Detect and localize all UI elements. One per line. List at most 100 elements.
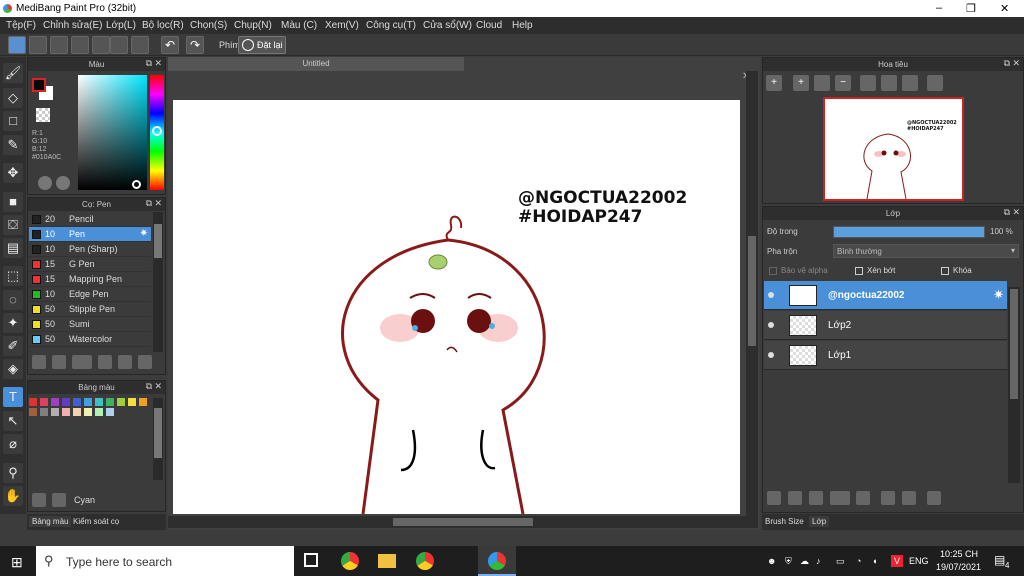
transparent-swatch[interactable] — [36, 108, 50, 122]
zoom-out-icon[interactable]: − — [835, 75, 851, 91]
network-icon[interactable]: ◔ — [856, 556, 861, 566]
add-brush-dropdown-icon[interactable] — [72, 355, 92, 369]
menu-file[interactable]: Tệp(F) — [6, 20, 36, 31]
eyedropper-tool-icon[interactable]: ⚲ — [3, 463, 23, 483]
menu-color[interactable]: Màu (C) — [281, 20, 317, 31]
brush-copy-icon[interactable] — [98, 355, 112, 369]
panel-close-icon[interactable]: ✕ — [1012, 58, 1020, 69]
panel-close-icon[interactable]: ✕ — [154, 381, 162, 392]
brush-item-mapping-pen[interactable]: 15 Mapping Pen — [29, 272, 151, 287]
zoom-in-icon[interactable]: + — [766, 75, 782, 91]
gradient-tool-icon[interactable]: ▤ — [3, 238, 23, 258]
brush-item-watercolor[interactable]: 50 Watercolor — [29, 332, 151, 347]
navigator-preview[interactable]: @NGOCTUA22002 #HOIDAP247 — [823, 97, 964, 201]
lasso-tool-icon[interactable]: ◌ — [3, 290, 23, 310]
palette-swatch[interactable] — [106, 398, 114, 406]
language-indicator[interactable]: ENG — [909, 556, 929, 566]
rectangle-tool-icon[interactable]: □ — [3, 111, 23, 131]
people-icon[interactable]: ☻ — [767, 556, 776, 566]
lock-checkbox[interactable] — [941, 267, 949, 275]
duplicate-layer-icon[interactable] — [881, 491, 895, 505]
chat-icon[interactable] — [71, 36, 89, 54]
select-tool-icon[interactable]: ⬚ — [3, 266, 23, 286]
task-view-icon[interactable] — [304, 553, 318, 567]
palette-swatch[interactable] — [40, 408, 48, 416]
magic-wand-tool-icon[interactable]: ✦ — [3, 313, 23, 333]
palette-swatch[interactable] — [29, 398, 37, 406]
redo-icon[interactable]: ↷ — [186, 36, 204, 54]
menu-filter[interactable]: Bộ lọc(R) — [142, 20, 184, 31]
hue-cursor[interactable] — [152, 126, 162, 136]
detach-icon[interactable]: ⧉ — [146, 198, 152, 209]
canvas[interactable]: @NGOCTUA22002 #HOIDAP247 — [173, 100, 740, 514]
visibility-icon[interactable] — [768, 292, 774, 298]
palette-swatch[interactable] — [73, 408, 81, 416]
chrome-icon[interactable] — [341, 552, 359, 570]
menu-view[interactable]: Xem(V) — [325, 20, 359, 31]
layer-row[interactable]: Lớp2 — [764, 311, 1007, 340]
palette-swatch[interactable] — [95, 408, 103, 416]
hand-tool-icon[interactable]: ✋ — [3, 486, 23, 506]
detach-icon[interactable]: ⧉ — [1004, 58, 1010, 69]
palette-swatch[interactable] — [84, 408, 92, 416]
delete-layer-icon[interactable] — [927, 491, 941, 505]
select-eraser-tool-icon[interactable]: ◈ — [3, 359, 23, 379]
document-tab[interactable]: Untitled — [168, 57, 464, 71]
detach-icon[interactable]: ⧉ — [1004, 207, 1010, 218]
layer-row[interactable]: @ngoctua22002 ✷ — [764, 281, 1007, 310]
layer-list-scrollbar[interactable] — [1008, 287, 1020, 483]
flip-icon[interactable] — [927, 75, 943, 91]
notification-icon[interactable]: ▤ — [994, 553, 1005, 567]
new-brush-icon[interactable] — [52, 355, 66, 369]
canvas-vertical-scrollbar[interactable] — [746, 71, 758, 516]
palette-swatch[interactable] — [73, 398, 81, 406]
pen-line-tool-icon[interactable]: ✎ — [3, 135, 23, 155]
windows-start-icon[interactable]: ⊞ — [11, 554, 23, 571]
volume-icon[interactable]: ♪ — [816, 556, 821, 566]
brush-item-edge-pen[interactable]: 10 Edge Pen — [29, 287, 151, 302]
folder-icon[interactable] — [118, 355, 132, 369]
menu-capture[interactable]: Chụp(N) — [234, 20, 272, 31]
palette-swatch[interactable] — [106, 408, 114, 416]
reset-button[interactable]: Đặt lại — [238, 36, 286, 54]
palette-swatch[interactable] — [84, 398, 92, 406]
brush-tool-icon[interactable]: 🖌 — [3, 63, 23, 83]
color-picker-icon[interactable] — [56, 176, 70, 190]
brush-item-g-pen[interactable]: 15 G Pen — [29, 257, 151, 272]
upload-icon[interactable] — [29, 36, 47, 54]
grid-icon[interactable] — [110, 36, 128, 54]
menu-layer[interactable]: Lớp(L) — [106, 20, 136, 31]
clipping-checkbox[interactable] — [855, 267, 863, 275]
tab-brush-size[interactable]: Brush Size — [765, 517, 804, 526]
palette-swatch[interactable] — [51, 398, 59, 406]
panel-close-icon[interactable]: ✕ — [154, 58, 162, 69]
clock-time[interactable]: 10:25 CH — [940, 549, 978, 559]
palette-swatch[interactable] — [40, 398, 48, 406]
brush-item-pen[interactable]: 10 Pen ✷ — [29, 227, 151, 242]
minimize-icon[interactable]: – — [936, 2, 942, 14]
tab-palette[interactable]: Bảng màu — [29, 516, 72, 527]
menu-edit[interactable]: Chỉnh sửa(E) — [43, 20, 103, 31]
visibility-icon[interactable] — [768, 322, 774, 328]
brush-settings-gear-icon[interactable]: ✷ — [140, 228, 148, 239]
document-icon[interactable] — [92, 36, 110, 54]
duplicate-icon[interactable] — [138, 355, 152, 369]
cloud-icon[interactable]: ☁ — [800, 556, 809, 567]
fill-rect-tool-icon[interactable]: ■ — [3, 192, 23, 212]
table-icon[interactable] — [131, 36, 149, 54]
delete-color-icon[interactable] — [52, 493, 66, 507]
scrollbar-thumb[interactable] — [1010, 289, 1018, 399]
canvas-horizontal-scrollbar[interactable] — [168, 516, 758, 528]
close-icon[interactable]: ✕ — [1000, 2, 1009, 15]
brush-list-scrollbar[interactable] — [153, 212, 163, 352]
sv-cursor[interactable] — [132, 180, 141, 189]
scrollbar-thumb[interactable] — [748, 236, 756, 346]
dropper-tool-icon[interactable]: ⌀ — [3, 434, 23, 454]
color-wheel-icon[interactable] — [38, 176, 52, 190]
comment-icon[interactable] — [50, 36, 68, 54]
bucket-tool-icon[interactable]: ⛋ — [3, 215, 23, 235]
brush-add-icon[interactable] — [32, 355, 46, 369]
eraser-tool-icon[interactable]: ◇ — [3, 88, 23, 108]
palette-swatch[interactable] — [95, 398, 103, 406]
hue-slider[interactable] — [150, 75, 164, 190]
